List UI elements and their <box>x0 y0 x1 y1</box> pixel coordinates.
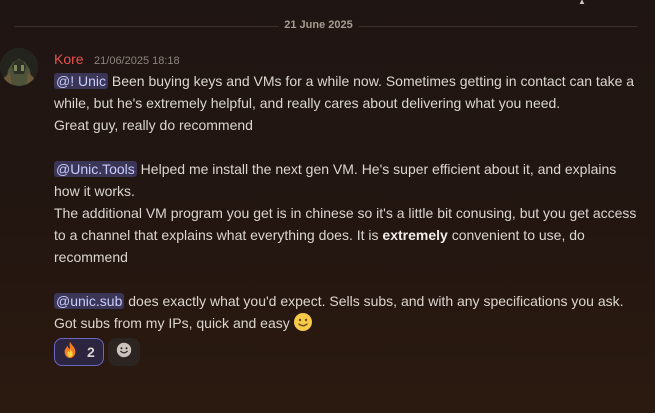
add-reaction-button[interactable] <box>107 338 140 366</box>
paragraph-3-text: Helped me install the next gen VM. He's … <box>54 161 617 199</box>
fire-icon <box>61 341 79 364</box>
add-reaction-smile-icon <box>115 341 133 364</box>
mention-unic-sub[interactable]: @unic.sub <box>54 293 125 309</box>
reaction-fire[interactable]: 2 <box>54 338 104 366</box>
paragraph-1-text: Been buying keys and VMs for a while now… <box>54 73 635 111</box>
divider-date: 21 June 2025 <box>278 19 359 31</box>
reaction-count: 2 <box>87 344 95 360</box>
paragraph-5: @unic.sub does exactly what you'd expect… <box>54 290 644 334</box>
avatar[interactable] <box>0 48 38 86</box>
paragraph-3: @Unic.Tools Helped me install the next g… <box>54 158 644 202</box>
message-header: Kore 21/06/2025 18:18 <box>54 50 644 68</box>
date-divider: 21 June 2025 <box>0 16 637 36</box>
reactions-bar: 2 <box>54 338 644 366</box>
paragraph-2: Great guy, really do recommend <box>54 117 253 133</box>
top-edge-glyph: ▲ <box>578 0 586 6</box>
mention-unic-tools[interactable]: @Unic.Tools <box>54 161 137 177</box>
timestamp[interactable]: 21/06/2025 18:18 <box>94 55 180 67</box>
avatar-image <box>0 48 38 86</box>
bold-extremely: extremely <box>382 227 448 243</box>
username[interactable]: Kore <box>54 51 84 67</box>
paragraph-4: The additional VM program you get is in … <box>54 202 644 268</box>
message: Kore 21/06/2025 18:18 @! Unic Been buyin… <box>54 50 644 366</box>
message-content: @! Unic Been buying keys and VMs for a w… <box>54 70 644 334</box>
paragraph-5-text: does exactly what you'd expect. Sells su… <box>54 293 624 331</box>
paragraph-1: @! Unic Been buying keys and VMs for a w… <box>54 70 644 114</box>
mention-unic[interactable]: @! Unic <box>54 73 108 89</box>
slightly-smiling-face-icon[interactable] <box>293 312 313 332</box>
